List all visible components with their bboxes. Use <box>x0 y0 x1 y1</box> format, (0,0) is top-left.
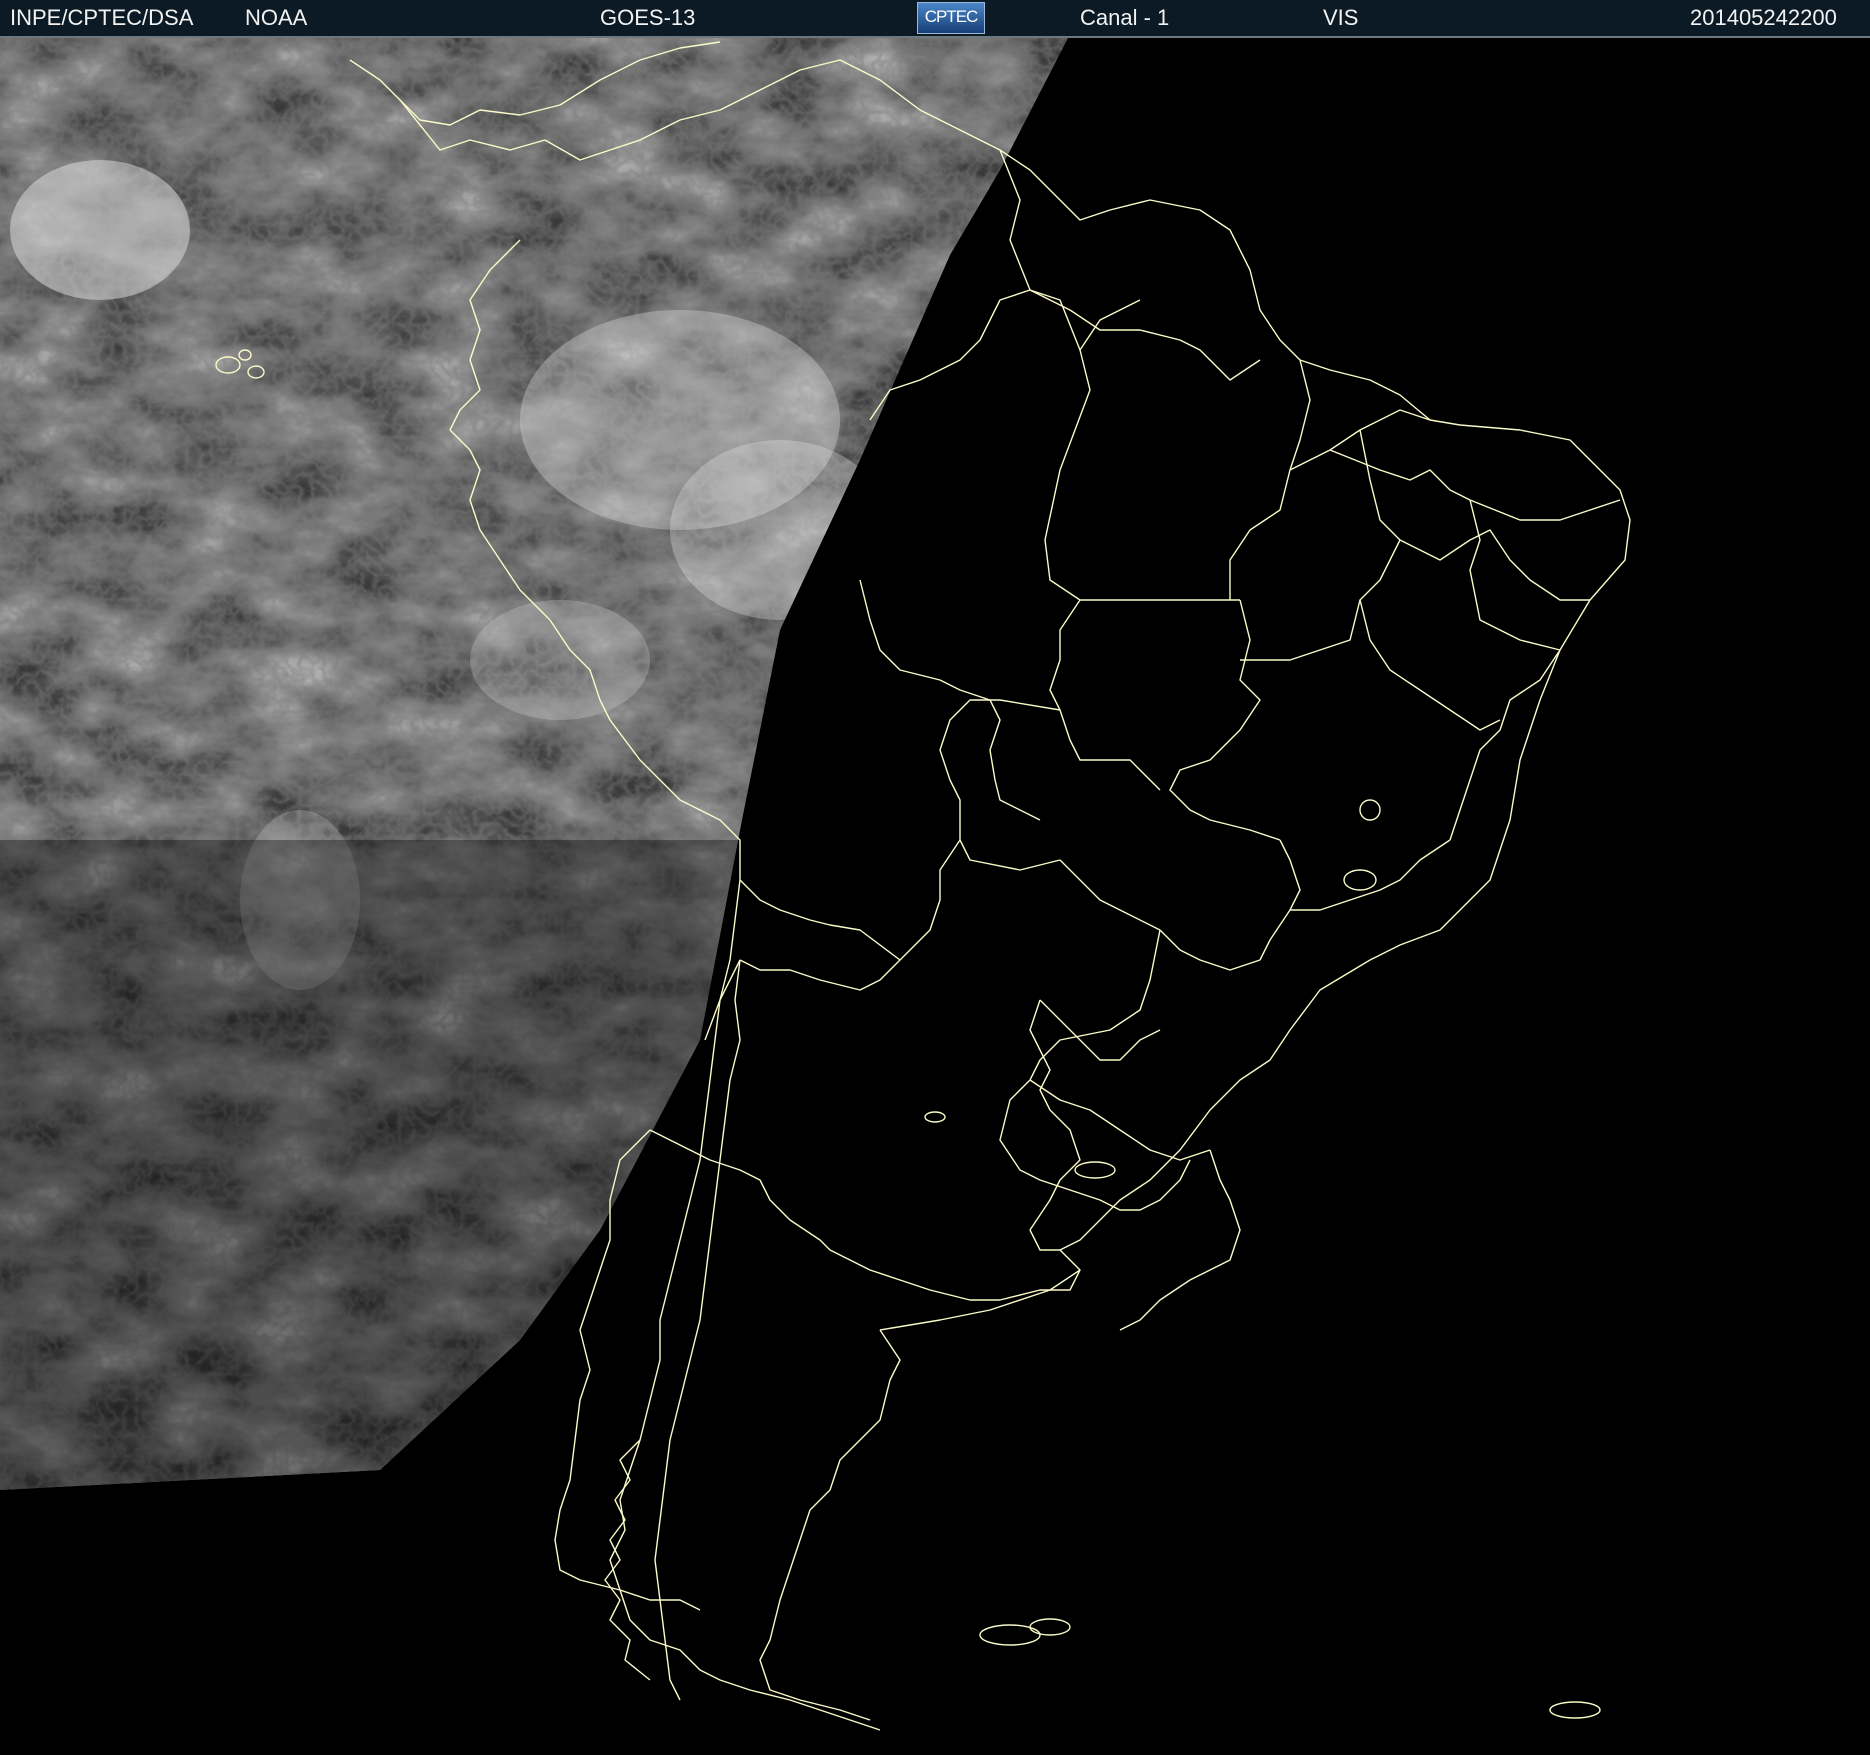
band-label: VIS <box>1323 5 1359 30</box>
header-bar: INPE/CPTEC/DSA NOAA GOES-13 CPTEC Canal … <box>0 0 1870 38</box>
daylight-imagery <box>0 38 1068 1490</box>
cptec-logo-text: CPTEC <box>924 7 979 26</box>
timestamp-label: 201405242200 <box>1690 5 1837 30</box>
channel-label: Canal - 1 <box>1080 5 1170 30</box>
cptec-logo: CPTEC <box>917 2 985 34</box>
agency-label: NOAA <box>245 5 308 30</box>
map-svg <box>0 38 1631 1731</box>
satellite-map <box>0 38 1870 1750</box>
satellite-label: GOES-13 <box>600 5 696 30</box>
institution-label: INPE/CPTEC/DSA <box>10 5 194 30</box>
